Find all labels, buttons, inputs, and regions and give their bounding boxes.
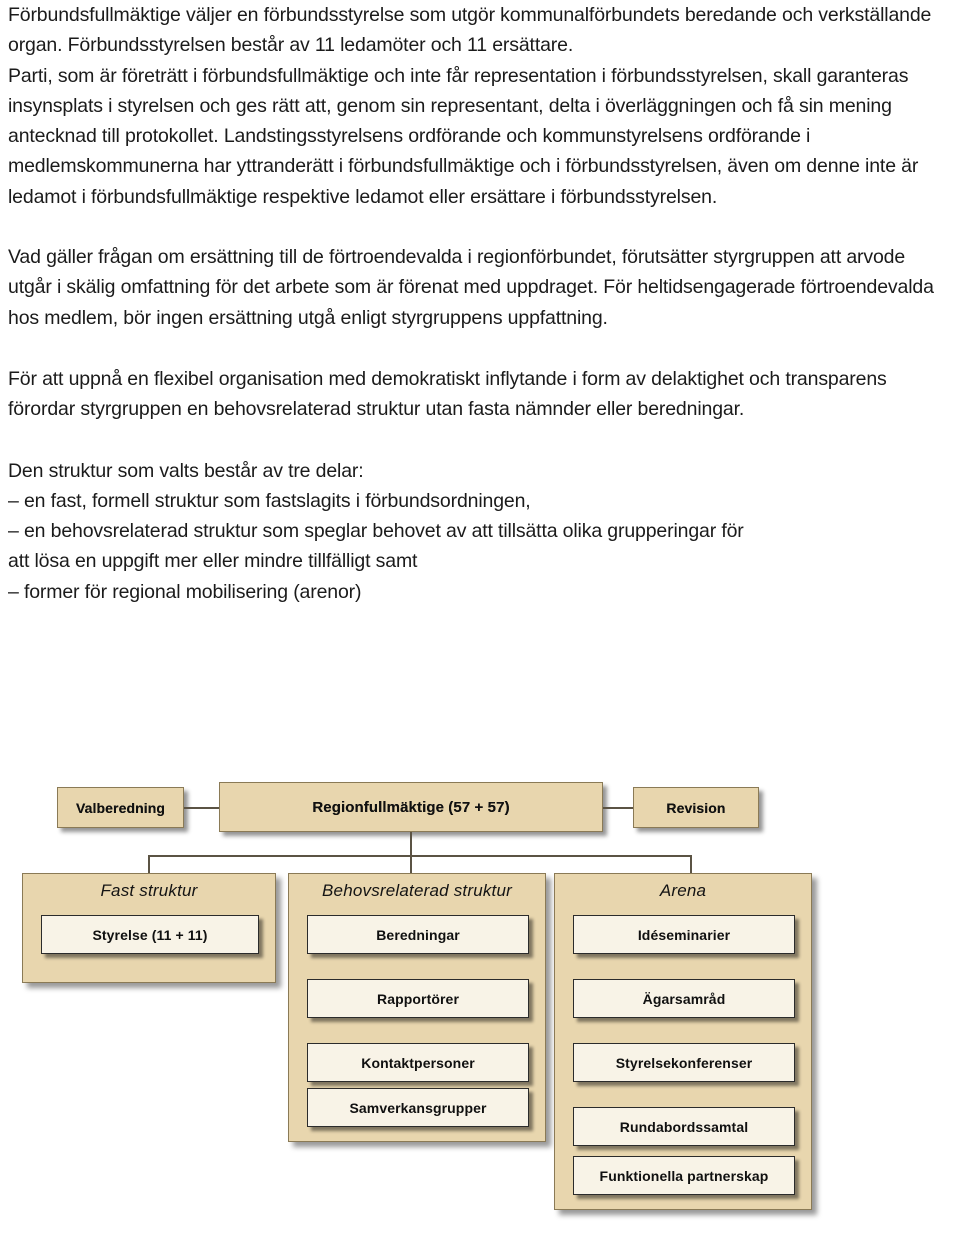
- chart-item-rapportorer: Rapportörer: [307, 979, 529, 1018]
- chart-item-agarsamrad-label: Ägarsamråd: [642, 990, 726, 1007]
- paragraph-2: Parti, som är företrätt i förbundsfullmä…: [8, 64, 919, 208]
- organisation-chart: Valberedning Regionfullmäktige (57 + 57)…: [0, 760, 960, 1256]
- chart-item-rundabordssamtal-label: Rundabordssamtal: [619, 1118, 749, 1135]
- chart-panel-fast-struktur: Fast struktur Styrelse (11 + 11): [22, 873, 276, 983]
- chart-item-rapportorer-label: Rapportörer: [377, 990, 459, 1007]
- chart-panel-fast-struktur-title: Fast struktur: [100, 881, 198, 900]
- connector-drop-right: [690, 855, 692, 873]
- list-intro: Den struktur som valts består av tre del…: [8, 459, 364, 482]
- chart-panel-behovsrelaterad-struktur-title: Behovsrelaterad struktur: [322, 881, 512, 900]
- chart-item-rundabordssamtal: Rundabordssamtal: [573, 1107, 795, 1146]
- chart-item-funktionella-partnerskap: Funktionella partnerskap: [573, 1156, 795, 1195]
- chart-item-kontaktpersoner-label: Kontaktpersoner: [361, 1054, 475, 1071]
- connector-trunk-vertical: [410, 832, 412, 873]
- chart-item-agarsamrad: Ägarsamråd: [573, 979, 795, 1018]
- chart-item-funktionella-partnerskap-label: Funktionella partnerskap: [599, 1167, 769, 1184]
- chart-box-revision-label: Revision: [666, 799, 726, 816]
- chart-item-samverkansgrupper-label: Samverkansgrupper: [349, 1099, 487, 1116]
- chart-item-styrelse: Styrelse (11 + 11): [41, 915, 259, 954]
- paragraph-spacer-3: [8, 425, 954, 456]
- connector-valberedning: [184, 807, 219, 809]
- chart-item-beredningar: Beredningar: [307, 915, 529, 954]
- list-item-2-cont: att lösa en uppgift mer eller mindre til…: [8, 550, 418, 573]
- chart-item-styrelse-label: Styrelse (11 + 11): [92, 926, 208, 943]
- chart-item-ideseminarier: Idéseminarier: [573, 915, 795, 954]
- document-text-body: Förbundsfullmäktige väljer en förbundsst…: [8, 0, 954, 607]
- list-item-3: – former för regional mobilisering (aren…: [8, 580, 362, 603]
- chart-item-samverkansgrupper: Samverkansgrupper: [307, 1088, 529, 1127]
- chart-panel-behovsrelaterad-struktur: Behovsrelaterad struktur Beredningar Rap…: [288, 873, 546, 1142]
- paragraph-spacer-1: [8, 212, 954, 242]
- list-item-2: – en behovsrelaterad struktur som spegla…: [8, 520, 744, 543]
- connector-revision: [603, 807, 633, 809]
- paragraph-3: Vad gäller frågan om ersättning till de …: [8, 246, 934, 329]
- chart-item-kontaktpersoner: Kontaktpersoner: [307, 1043, 529, 1082]
- chart-box-regionfullmaktige: Regionfullmäktige (57 + 57): [219, 782, 603, 832]
- chart-box-regionfullmaktige-label: Regionfullmäktige (57 + 57): [312, 798, 510, 816]
- paragraph-spacer-2: [8, 333, 954, 364]
- paragraph-4: För att uppnå en flexibel organisation m…: [8, 367, 887, 421]
- chart-box-revision: Revision: [633, 787, 759, 828]
- connector-bus-horizontal: [148, 855, 692, 857]
- chart-item-styrelsekonferenser-label: Styrelsekonferenser: [615, 1054, 753, 1071]
- chart-panel-arena-title: Arena: [659, 881, 707, 900]
- paragraph-1: Förbundsfullmäktige väljer en förbundsst…: [8, 4, 932, 57]
- chart-item-styrelsekonferenser: Styrelsekonferenser: [573, 1043, 795, 1082]
- chart-box-valberedning: Valberedning: [57, 787, 184, 828]
- connector-drop-left: [148, 855, 150, 873]
- list-item-1: – en fast, formell struktur som fastslag…: [8, 489, 531, 512]
- chart-item-beredningar-label: Beredningar: [376, 926, 460, 943]
- chart-box-valberedning-label: Valberedning: [75, 799, 166, 816]
- chart-panel-arena: Arena Idéseminarier Ägarsamråd Styrelsek…: [554, 873, 812, 1210]
- chart-item-ideseminarier-label: Idéseminarier: [637, 926, 731, 943]
